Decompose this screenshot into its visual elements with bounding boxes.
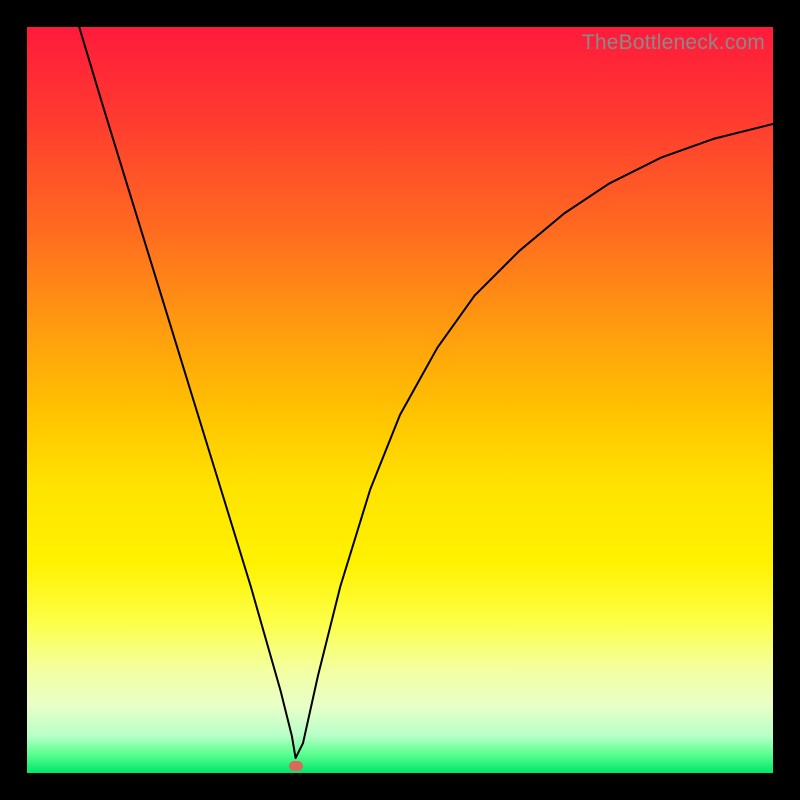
plot-area: TheBottleneck.com [27,27,773,773]
chart-frame: TheBottleneck.com [0,0,800,800]
bottleneck-curve [27,27,773,773]
watermark-text: TheBottleneck.com [582,31,765,55]
optimum-marker [289,761,303,771]
